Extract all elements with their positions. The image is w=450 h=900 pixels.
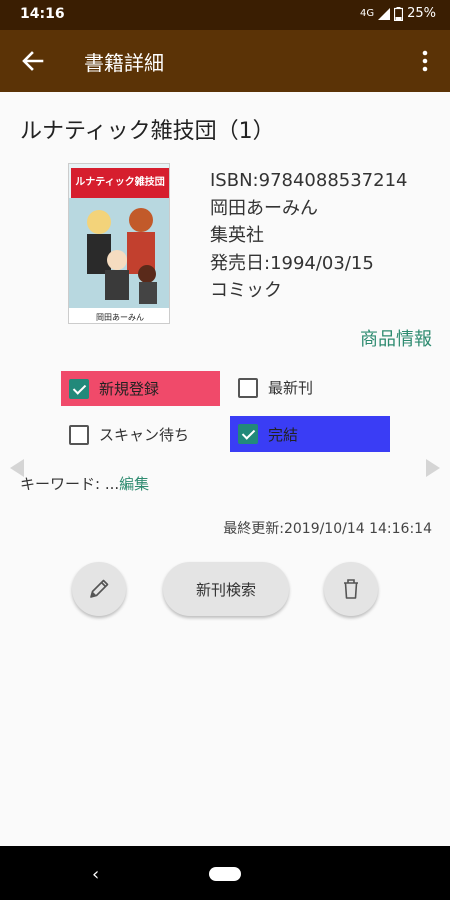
back-button[interactable] — [16, 44, 50, 78]
publisher-text: 集英社 — [210, 225, 264, 246]
checkbox-checked-icon — [69, 378, 89, 399]
cover-author: 岡田あーみん — [96, 313, 144, 322]
battery-icon — [394, 6, 404, 21]
author-text: 岡田あーみん — [210, 197, 318, 219]
keyword-edit-link[interactable]: 編集 — [119, 475, 149, 493]
keyword-label: キーワード: ... — [20, 475, 120, 493]
status-time: 14:16 — [20, 6, 65, 22]
status-icons: 4G 25% — [360, 6, 436, 21]
keyword-row: キーワード: ...編集 — [20, 473, 149, 494]
latest-label: 最新刊 — [268, 379, 314, 397]
more-vert-icon — [422, 50, 428, 72]
book-title: ルナティック雑技団（1） — [20, 119, 275, 144]
edit-button[interactable] — [72, 562, 126, 616]
category-text: コミック — [210, 280, 282, 301]
scan-waiting-label: スキャン待ち — [99, 426, 190, 444]
new-registration-checkbox[interactable]: 新規登録 — [61, 371, 220, 406]
status-bar: 14:16 4G 25% — [0, 0, 450, 30]
latest-checkbox[interactable]: 最新刊 — [238, 377, 313, 398]
network-label: 4G — [359, 8, 375, 19]
delete-button[interactable] — [324, 562, 378, 616]
cover-title: ルナティック雑技団 — [75, 175, 164, 188]
completed-checkbox[interactable]: 完結 — [230, 416, 390, 452]
book-info: ISBN:9784088537214 岡田あーみん 集英社 発売日:1994/0… — [210, 167, 408, 305]
last-updated-text: 最終更新:2019/10/14 14:16:14 — [223, 521, 432, 537]
signal-icon — [378, 7, 391, 20]
page-title: 書籍詳細 — [84, 51, 164, 75]
nav-home-pill-icon[interactable] — [209, 867, 241, 881]
trash-icon — [344, 579, 358, 599]
release-date-text: 発売日:1994/03/15 — [210, 252, 374, 274]
next-arrow-icon[interactable] — [426, 459, 440, 477]
pencil-icon — [90, 579, 109, 598]
book-cover-image: ルナティック雑技団 岡田あーみん — [68, 163, 170, 324]
checkbox-checked-icon — [238, 424, 258, 444]
battery-label: 25% — [407, 6, 436, 21]
search-new-release-button[interactable]: 新刊検索 — [163, 562, 289, 616]
checkbox-unchecked-icon — [238, 377, 258, 398]
checkbox-unchecked-icon — [69, 424, 89, 445]
scan-waiting-checkbox[interactable]: スキャン待ち — [69, 424, 189, 445]
nav-back-icon[interactable]: ‹ — [92, 864, 99, 885]
app-bar: 書籍詳細 — [0, 30, 450, 92]
overflow-menu-button[interactable] — [410, 45, 440, 77]
product-info-link[interactable]: 商品情報 — [360, 325, 432, 351]
completed-label: 完結 — [268, 425, 299, 444]
system-nav-bar: ‹ — [0, 846, 450, 900]
isbn-text: ISBN:9784088537214 — [210, 170, 408, 191]
arrow-left-icon — [22, 51, 44, 71]
new-registration-label: 新規登録 — [99, 380, 160, 398]
